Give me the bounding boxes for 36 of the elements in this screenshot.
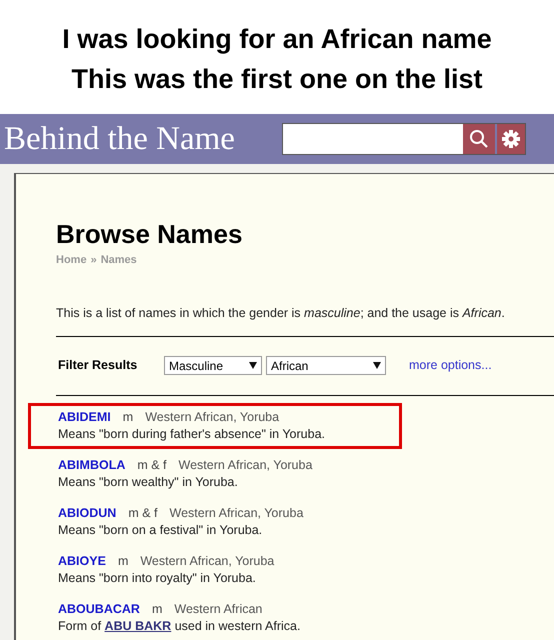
- settings-icon: [501, 129, 521, 149]
- gender-text: m: [152, 600, 162, 618]
- gender-text: m: [122, 408, 134, 426]
- name-link[interactable]: ABIODUN: [58, 504, 116, 522]
- usage-text: Western African, Yoruba: [145, 408, 280, 426]
- usage-text: Western African, Yoruba: [178, 456, 312, 474]
- gender-text: m: [118, 552, 128, 570]
- more-options-link[interactable]: more options...: [409, 356, 492, 376]
- name-description: Form of ABU BAKR used in western Africa.: [58, 618, 302, 635]
- usage-text: Western African, Yoruba: [170, 504, 304, 522]
- usage-text: Western African, Yoruba: [140, 552, 274, 570]
- name-link[interactable]: ABU BAKR: [104, 618, 172, 633]
- name-link[interactable]: ABOUBACAR: [58, 600, 140, 618]
- usage-select[interactable]: African: [266, 356, 386, 376]
- dropdown-arrow-icon: [373, 362, 381, 370]
- name-link[interactable]: ABIDEMI: [58, 408, 111, 426]
- gender-text: m & f: [128, 504, 158, 522]
- caption-line: This was the first one on the list: [71, 63, 483, 96]
- gender-select[interactable]: Masculine: [164, 356, 262, 376]
- name-description: Means "born on a festival" in Yoruba.: [58, 522, 264, 539]
- name-description: Means "born wealthy" in Yoruba.: [58, 474, 239, 491]
- caption-line: I was looking for an African name: [62, 23, 492, 56]
- name-link[interactable]: ABIOYE: [58, 552, 106, 570]
- search-field[interactable]: [283, 124, 463, 154]
- usage-text: Western African: [174, 600, 262, 618]
- dropdown-arrow-icon: [249, 362, 257, 370]
- search-icon: [469, 129, 489, 149]
- name-link[interactable]: ABIMBOLA: [58, 456, 126, 474]
- gender-text: m & f: [137, 456, 167, 474]
- name-description: Means "born into royalty" in Yoruba.: [58, 570, 257, 587]
- breadcrumb-separator: »: [90, 252, 97, 268]
- intro-text: This is a list of names in which the gender is masculine; and the usage is African.: [56, 305, 506, 322]
- filter-label: Filter Results: [57, 357, 138, 374]
- site-logo[interactable]: Behind the Name: [4, 122, 274, 156]
- page-title: Browse Names: [56, 218, 244, 250]
- name-description: Means "born during father's absence" in Yoruba.: [58, 426, 326, 443]
